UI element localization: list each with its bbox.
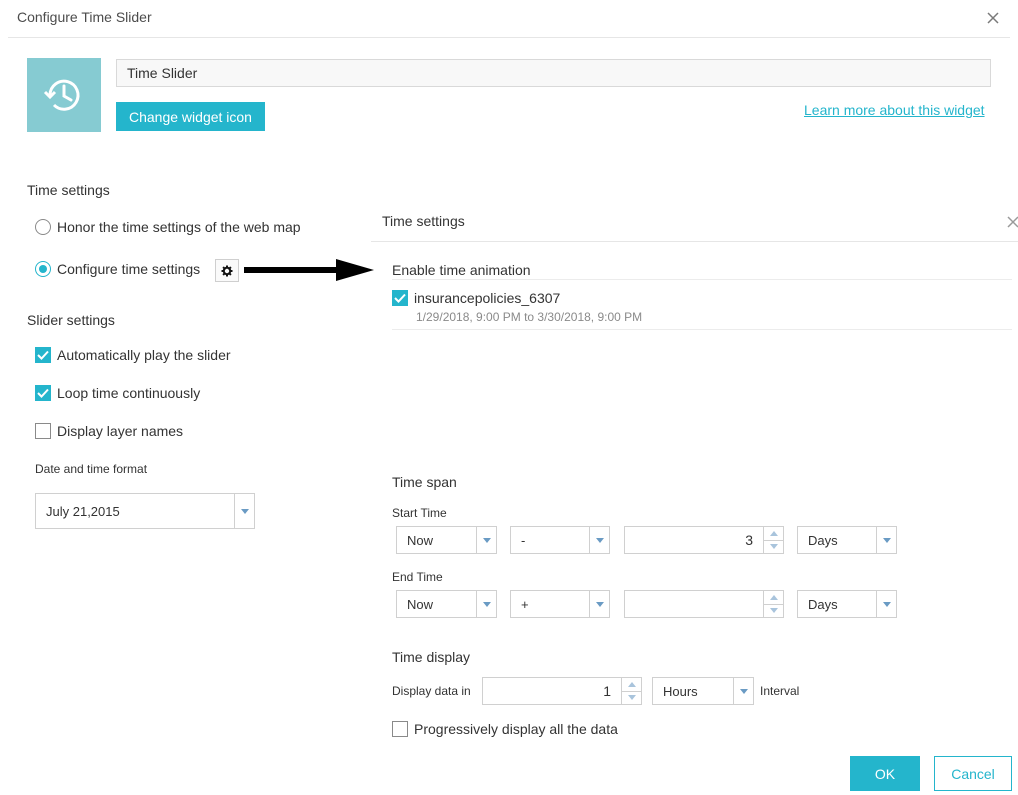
radio-button-selected[interactable] [35,261,51,277]
radio-label: Configure time settings [57,261,201,277]
checkbox-unchecked[interactable] [35,423,51,439]
time-display-heading: Time display [392,649,471,665]
checkbox-label: Automatically play the slider [57,347,231,363]
checkbox-loop[interactable]: Loop time continuously [35,385,200,401]
clock-history-icon [27,58,101,132]
start-base-value: Now [407,532,434,548]
start-time-label: Start Time [392,506,447,520]
date-format-select[interactable]: July 21,2015 [35,493,255,529]
date-format-value: July 21,2015 [46,503,120,519]
decrement-icon[interactable] [764,605,783,618]
increment-icon[interactable] [622,678,641,692]
end-unit-select[interactable]: Days [797,590,897,618]
time-settings-panel-header [371,202,1018,242]
radio-label: Honor the time settings of the web map [57,219,301,235]
layer-name: insurancepolicies_6307 [414,290,561,306]
layer-checkbox-row[interactable]: insurancepolicies_6307 [392,290,560,306]
increment-icon[interactable] [764,527,783,541]
chevron-down-icon[interactable] [733,678,753,704]
end-base-value: Now [407,596,434,612]
end-operator-select[interactable]: + [510,590,610,618]
checkbox-label: Progressively display all the data [414,721,618,737]
pointer-arrow-icon [244,258,374,285]
interval-suffix: Interval [760,684,800,698]
divider [392,329,1012,330]
checkbox-checked[interactable] [392,290,408,306]
checkbox-checked[interactable] [35,385,51,401]
end-base-select[interactable]: Now [396,590,497,618]
interval-unit-select[interactable]: Hours [652,677,754,705]
enable-animation-heading: Enable time animation [392,262,531,278]
widget-name-input[interactable] [116,59,991,87]
radio-honor-web-map[interactable]: Honor the time settings of the web map [35,219,301,235]
chevron-down-icon[interactable] [234,494,254,528]
decrement-icon[interactable] [764,541,783,554]
checkbox-label: Display layer names [57,423,184,439]
end-unit-value: Days [808,596,838,612]
date-format-label: Date and time format [35,462,148,476]
checkbox-checked[interactable] [35,347,51,363]
checkbox-unchecked[interactable] [392,721,408,737]
checkbox-progressive[interactable]: Progressively display all the data [392,721,618,737]
panel-divider [371,241,1018,242]
chevron-down-icon[interactable] [876,591,896,617]
checkbox-auto-play[interactable]: Automatically play the slider [35,347,231,363]
ok-button[interactable]: OK [850,756,920,791]
interval-amount-stepper[interactable]: 1 [482,677,642,705]
slider-settings-heading: Slider settings [27,312,115,328]
start-amount-value: 3 [745,532,753,548]
learn-more-link[interactable]: Learn more about this widget [804,102,985,118]
cancel-button[interactable]: Cancel [934,756,1012,791]
close-icon[interactable] [985,10,1001,26]
end-operator-value: + [521,596,529,612]
radio-configure-time[interactable]: Configure time settings [35,261,200,277]
dialog-title: Configure Time Slider [17,9,152,25]
end-amount-stepper[interactable] [624,590,784,618]
checkbox-layer-names[interactable]: Display layer names [35,423,183,439]
interval-unit-value: Hours [663,683,698,699]
start-unit-select[interactable]: Days [797,526,897,554]
change-widget-icon-button[interactable]: Change widget icon [116,102,265,131]
start-operator-select[interactable]: - [510,526,610,554]
start-base-select[interactable]: Now [396,526,497,554]
checkbox-label: Loop time continuously [57,385,201,401]
decrement-icon[interactable] [622,692,641,705]
gear-icon[interactable] [215,259,239,282]
chevron-down-icon[interactable] [589,591,609,617]
radio-button-unselected[interactable] [35,219,51,235]
time-span-heading: Time span [392,474,457,490]
panel-title: Time settings [382,213,465,229]
chevron-down-icon[interactable] [589,527,609,553]
increment-icon[interactable] [764,591,783,605]
time-settings-heading: Time settings [27,182,110,198]
chevron-down-icon[interactable] [476,527,496,553]
divider [392,279,1012,280]
header-divider [8,37,1010,38]
start-amount-stepper[interactable]: 3 [624,526,784,554]
end-amount-value [625,591,763,617]
end-time-label: End Time [392,570,443,584]
chevron-down-icon[interactable] [476,591,496,617]
interval-amount-value: 1 [603,683,611,699]
start-unit-value: Days [808,532,838,548]
chevron-down-icon[interactable] [876,527,896,553]
layer-time-range: 1/29/2018, 9:00 PM to 3/30/2018, 9:00 PM [416,310,643,324]
start-operator-value: - [521,532,526,548]
panel-close-icon[interactable] [1005,214,1018,230]
display-data-label: Display data in [392,684,471,698]
